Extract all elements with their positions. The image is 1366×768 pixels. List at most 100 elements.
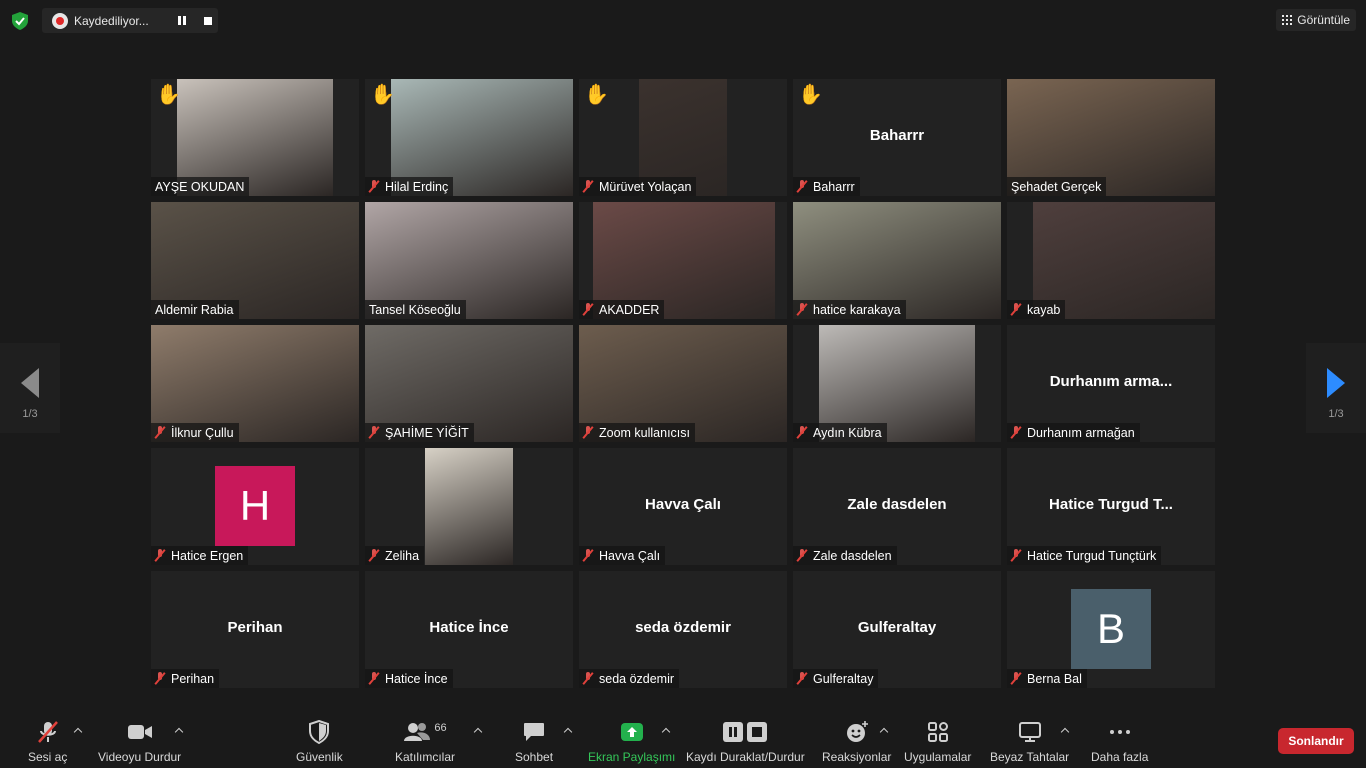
apps-button[interactable]: Uygulamalar <box>904 720 971 764</box>
view-button-label: Görüntüle <box>1297 13 1350 27</box>
participant-tile[interactable]: Aydın Kübra <box>793 325 1001 442</box>
video-camera-icon <box>127 720 153 744</box>
participant-tile[interactable]: seda özdemir seda özdemir <box>579 571 787 688</box>
participant-name-label: Hatice İnce <box>365 669 453 688</box>
participant-tile[interactable]: Baharrr ✋ Baharrr <box>793 79 1001 196</box>
participant-avatar: B <box>1071 589 1151 669</box>
participant-tile[interactable]: Zoom kullanıcısı <box>579 325 787 442</box>
participants-label: Katılımcılar <box>395 750 456 764</box>
chat-button[interactable]: Sohbet <box>515 720 553 764</box>
participant-name: Hatice İnce <box>385 671 448 686</box>
participant-name-label: Zale dasdelen <box>793 546 897 565</box>
unmute-button[interactable]: Sesi aç <box>28 720 67 764</box>
participant-tile[interactable]: hatice karakaya <box>793 202 1001 319</box>
participant-name-label: AKADDER <box>579 300 665 319</box>
participant-tile[interactable]: Havva Çalı Havva Çalı <box>579 448 787 565</box>
share-options-caret[interactable] <box>661 726 671 736</box>
recording-status-text: Kaydediliyor... <box>74 13 149 28</box>
participant-tile[interactable]: Aldemir Rabia <box>151 202 359 319</box>
participant-name: seda özdemir <box>599 671 675 686</box>
whiteboards-label: Beyaz Tahtalar <box>990 750 1070 764</box>
participant-name-label: Perihan <box>151 669 220 688</box>
participant-tile[interactable]: Zale dasdelen Zale dasdelen <box>793 448 1001 565</box>
pause-icon <box>178 16 186 25</box>
raised-hand-icon: ✋ <box>798 84 823 106</box>
whiteboards-options-caret[interactable] <box>1060 726 1070 736</box>
zoom-meeting-window: Kaydediliyor... Görüntüle 1/3 1/3 ✋ AYŞE … <box>0 0 1366 768</box>
participant-tile[interactable]: ✋ Mürüvet Yolaçan <box>579 79 787 196</box>
previous-page-button[interactable]: 1/3 <box>0 343 60 433</box>
participants-options-caret[interactable] <box>473 726 483 736</box>
participant-name-label: Hilal Erdinç <box>365 177 454 196</box>
participant-name: AYŞE OKUDAN <box>155 179 245 194</box>
participant-tile[interactable]: Gulferaltay Gulferaltay <box>793 571 1001 688</box>
participant-name: Baharrr <box>813 179 855 194</box>
whiteboards-button[interactable]: Beyaz Tahtalar <box>990 720 1069 764</box>
participant-name-label: Mürüvet Yolaçan <box>579 177 697 196</box>
participant-name-label: hatice karakaya <box>793 300 906 319</box>
participant-name-label: Aldemir Rabia <box>151 300 239 319</box>
muted-mic-icon <box>155 426 165 439</box>
stop-recording-button[interactable] <box>200 13 216 29</box>
participant-tile[interactable]: ✋ Hilal Erdinç <box>365 79 573 196</box>
apps-icon <box>926 720 950 744</box>
pause-recording-button[interactable] <box>174 13 190 29</box>
muted-mic-icon <box>369 549 379 562</box>
participant-name: Perihan <box>171 671 215 686</box>
participant-name-label: seda özdemir <box>579 669 680 688</box>
recording-indicator: Kaydediliyor... <box>42 8 218 33</box>
muted-mic-icon <box>797 426 807 439</box>
participant-tile[interactable]: Perihan Perihan <box>151 571 359 688</box>
encryption-shield-icon[interactable] <box>12 12 28 30</box>
security-shield-icon <box>308 720 330 744</box>
reactions-options-caret[interactable] <box>879 726 889 736</box>
raised-hand-icon: ✋ <box>156 84 181 106</box>
participant-tile[interactable]: AKADDER <box>579 202 787 319</box>
participant-name: Durhanım armağan <box>1027 425 1135 440</box>
muted-mic-icon <box>1011 672 1021 685</box>
participant-name-label: Havva Çalı <box>579 546 666 565</box>
participants-button[interactable]: 66 Katılımcılar <box>395 720 455 764</box>
participant-tile[interactable]: kayab <box>1007 202 1215 319</box>
participant-name: Şehadet Gerçek <box>1011 179 1102 194</box>
whiteboard-icon <box>1018 720 1042 744</box>
security-button[interactable]: Güvenlik <box>296 720 343 764</box>
participant-tile[interactable]: İlknur Çullu <box>151 325 359 442</box>
participant-tile[interactable]: Tansel Köseoğlu <box>365 202 573 319</box>
participant-name-label: Şehadet Gerçek <box>1007 177 1107 196</box>
view-button[interactable]: Görüntüle <box>1276 9 1356 31</box>
participant-tile[interactable]: Şehadet Gerçek <box>1007 79 1215 196</box>
muted-mic-icon <box>583 303 593 316</box>
participant-tile[interactable]: Durhanım arma... Durhanım armağan <box>1007 325 1215 442</box>
participant-name: AKADDER <box>599 302 660 317</box>
stop-video-button[interactable]: Videoyu Durdur <box>98 720 181 764</box>
raised-hand-icon: ✋ <box>584 84 609 106</box>
audio-options-caret[interactable] <box>73 726 83 736</box>
participant-video <box>425 448 513 565</box>
chat-label: Sohbet <box>515 750 554 764</box>
participant-display-name: Zale dasdelen <box>847 496 947 513</box>
participant-tile[interactable]: Hatice İnce Hatice İnce <box>365 571 573 688</box>
end-meeting-button[interactable]: Sonlandır <box>1278 728 1354 754</box>
muted-mic-icon <box>583 549 593 562</box>
participant-tile[interactable]: Hatice Turgud T... Hatice Turgud Tunçtürk <box>1007 448 1215 565</box>
pause-stop-recording-button[interactable]: Kaydı Duraklat/Durdur <box>686 720 805 764</box>
participant-name-label: kayab <box>1007 300 1066 319</box>
chat-options-caret[interactable] <box>563 726 573 736</box>
participant-tile[interactable]: ✋ AYŞE OKUDAN <box>151 79 359 196</box>
reactions-label: Reaksiyonlar <box>822 750 892 764</box>
muted-mic-icon <box>155 672 165 685</box>
more-button[interactable]: Daha fazla <box>1091 720 1148 764</box>
participant-tile[interactable]: B Berna Bal <box>1007 571 1215 688</box>
participant-gallery: ✋ AYŞE OKUDAN ✋ Hilal Erdinç ✋ Mürüvet Yola… <box>151 79 1215 688</box>
security-label: Güvenlik <box>296 750 343 764</box>
participant-tile[interactable]: H Hatice Ergen <box>151 448 359 565</box>
participant-name: Mürüvet Yolaçan <box>599 179 692 194</box>
muted-mic-icon <box>797 672 807 685</box>
participant-tile[interactable]: Zeliha <box>365 448 573 565</box>
next-page-button[interactable]: 1/3 <box>1306 343 1366 433</box>
video-options-caret[interactable] <box>174 726 184 736</box>
participant-tile[interactable]: ŞAHİME YİĞİT <box>365 325 573 442</box>
participant-name-label: Aydın Kübra <box>793 423 887 442</box>
muted-mic-icon <box>583 672 593 685</box>
